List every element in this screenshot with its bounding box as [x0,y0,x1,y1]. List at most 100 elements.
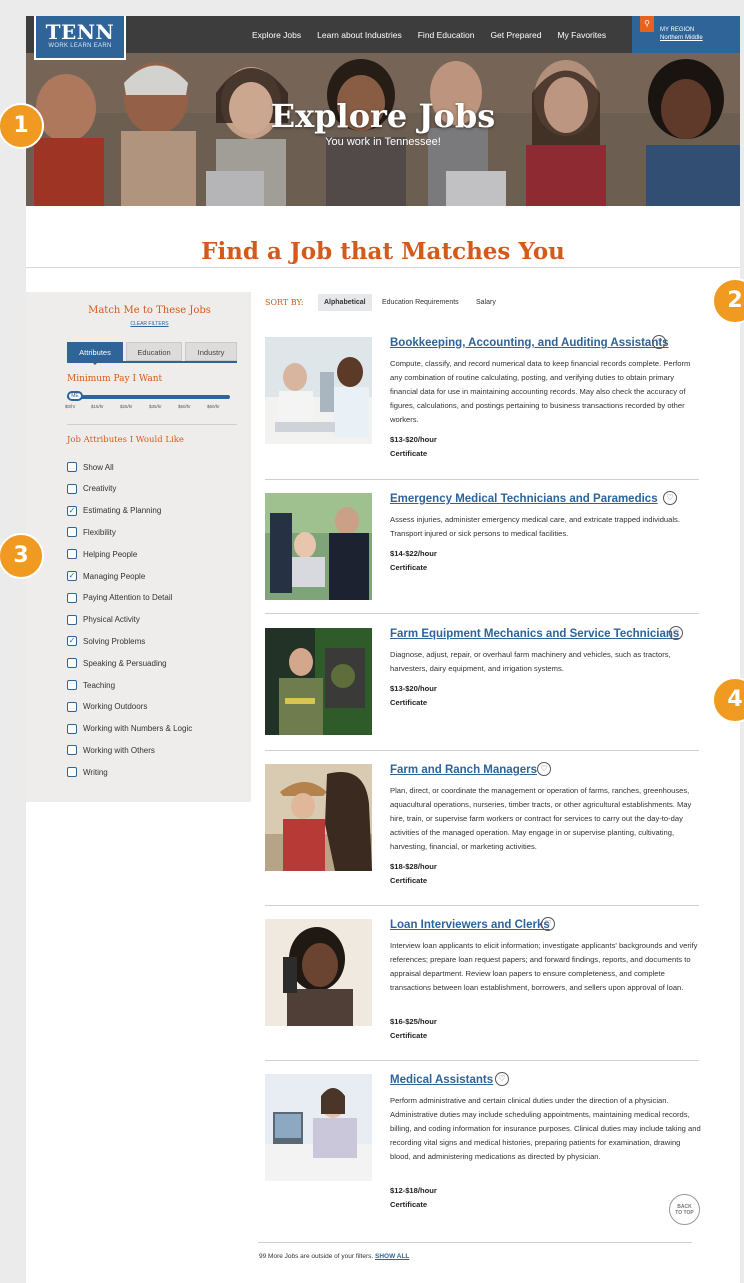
attribute-option[interactable]: Speaking & Persuading [67,657,167,669]
region-selector[interactable]: ⚲ MY REGION Northern Middle [632,16,740,53]
attribute-label: Speaking & Persuading [83,658,167,668]
attribute-option[interactable]: Creativity [67,483,116,495]
checkbox-checked-icon[interactable]: ✓ [67,505,77,516]
slider-tick: $50/hr [178,404,191,409]
attribute-option[interactable]: ✓ Managing People [67,570,145,582]
checkbox-icon[interactable] [67,483,77,494]
checkbox-icon[interactable] [67,527,77,538]
job-title-link[interactable]: Loan Interviewers and Clerks [390,919,550,931]
slider-tick: $0/hr [65,404,76,409]
attribute-option[interactable]: ✓ Solving Problems [67,635,145,647]
footer-divider [258,1242,692,1243]
attribute-label: Creativity [83,484,117,494]
job-education: Certificate [390,449,428,458]
checkbox-icon[interactable] [67,745,77,756]
job-photo[interactable] [265,337,372,444]
checkbox-icon[interactable] [67,767,77,778]
sort-salary[interactable]: Salary [470,294,502,311]
section-divider [26,267,740,268]
nav-link-find-education[interactable]: Find Education [418,30,475,40]
job-education: Certificate [390,1200,428,1209]
checkbox-icon[interactable] [67,680,77,690]
tenn-logo[interactable]: TENN WORK LEARN EARN [34,16,126,60]
nav-link-explore-jobs[interactable]: Explore Jobs [252,30,301,40]
favorite-heart-icon[interactable]: ♡ [495,1072,509,1086]
job-card: Loan Interviewers and Clerks ♡ Interview l… [265,917,699,1040]
job-title-link[interactable]: Farm Equipment Mechanics and Service Tec… [390,628,679,640]
show-all-link[interactable]: SHOW ALL [375,1253,409,1260]
job-card: Bookkeeping, Accounting, and Auditing As… [265,335,699,458]
favorite-heart-icon[interactable]: ♡ [652,335,666,349]
checkbox-icon[interactable] [67,723,77,734]
attribute-option[interactable]: Working with Numbers & Logic [67,723,192,735]
job-description: Interview loan applicants to elicit info… [390,941,698,992]
job-title-link[interactable]: Medical Assistants [390,1074,493,1086]
pay-slider-track[interactable] [67,395,230,399]
filter-tabs: Attributes Education Industry [67,342,237,365]
attribute-option[interactable]: Teaching [67,679,115,691]
attribute-option[interactable]: Working Outdoors [67,701,147,713]
map-pin-icon: ⚲ [640,16,654,32]
favorite-heart-icon[interactable]: ♡ [537,762,551,776]
job-divider [265,613,699,614]
attribute-option[interactable]: Paying Attention to Detail [67,592,172,604]
job-description: Perform administrative and certain clini… [390,1096,701,1161]
nav-link-get-prepared[interactable]: Get Prepared [490,30,541,40]
favorite-heart-icon[interactable]: ♡ [663,491,677,505]
job-title-link[interactable]: Farm and Ranch Managers [390,764,537,776]
top-nav: Explore Jobs Learn about Industries Find… [26,16,740,53]
job-photo[interactable] [265,628,372,735]
attribute-label: Teaching [83,680,116,690]
job-photo[interactable] [265,1074,372,1181]
page: Explore Jobs Learn about Industries Find… [26,16,740,1283]
tab-education[interactable]: Education [126,342,182,361]
job-divider [265,1060,699,1061]
attribute-option[interactable]: Writing [67,766,108,778]
nav-link-industries[interactable]: Learn about Industries [317,30,402,40]
checkbox-icon[interactable] [67,549,77,560]
attribute-option[interactable]: Helping People [67,548,137,560]
job-photo[interactable] [265,764,372,871]
attribute-option[interactable]: Show All [67,461,114,473]
favorite-heart-icon[interactable]: ♡ [669,626,683,640]
attribute-option[interactable]: ✓ Estimating & Planning [67,505,161,517]
nav-link-my-favorites[interactable]: My Favorites [557,30,606,40]
checkbox-icon[interactable] [67,614,77,625]
clear-filters-link[interactable]: CLEAR FILTERS [26,321,251,327]
job-card: Farm and Ranch Managers ♡ Plan, direct, or… [265,762,699,885]
attribute-label: Paying Attention to Detail [83,593,173,603]
job-pay: $13-$20/hour [390,684,437,693]
tab-attributes[interactable]: Attributes [67,342,123,365]
checkbox-icon[interactable] [67,462,77,472]
favorite-heart-icon[interactable]: ♡ [541,917,555,931]
attribute-label: Working with Others [83,745,155,755]
job-pay: $14-$22/hour [390,549,437,558]
back-to-top-button[interactable]: BACK TO TOP [669,1194,700,1225]
job-pay: $16-$25/hour [390,1017,437,1026]
job-photo[interactable] [265,493,372,600]
job-title-link[interactable]: Emergency Medical Technicians and Parame… [390,493,658,505]
sort-education[interactable]: Education Requirements [376,294,465,311]
attribute-label: Solving Problems [83,636,146,646]
attribute-option[interactable]: Working with Others [67,744,155,756]
job-pay: $13-$20/hour [390,435,437,444]
job-description: Plan, direct, or coordinate the manageme… [390,786,692,851]
region-value-link[interactable]: Northern Middle [660,35,703,41]
attribute-option[interactable]: Flexibility [67,526,116,538]
pay-slider-handle[interactable]: ME [67,391,83,401]
sort-alphabetical[interactable]: Alphabetical [318,294,372,311]
checkbox-icon[interactable] [67,658,77,669]
attribute-label: Flexibility [83,527,116,537]
attribute-label: Physical Activity [83,615,140,625]
job-divider [265,479,699,480]
job-title-link[interactable]: Bookkeeping, Accounting, and Auditing As… [390,337,669,349]
min-pay-label: Minimum Pay I Want [67,374,163,384]
tab-industry[interactable]: Industry [185,342,237,361]
job-photo[interactable] [265,919,372,1026]
checkbox-icon[interactable] [67,592,77,603]
attribute-option[interactable]: Physical Activity [67,614,140,626]
hero-subtitle: You work in Tennessee! [325,136,441,148]
checkbox-checked-icon[interactable]: ✓ [67,636,77,647]
checkbox-checked-icon[interactable]: ✓ [67,571,77,581]
checkbox-icon[interactable] [67,701,77,712]
